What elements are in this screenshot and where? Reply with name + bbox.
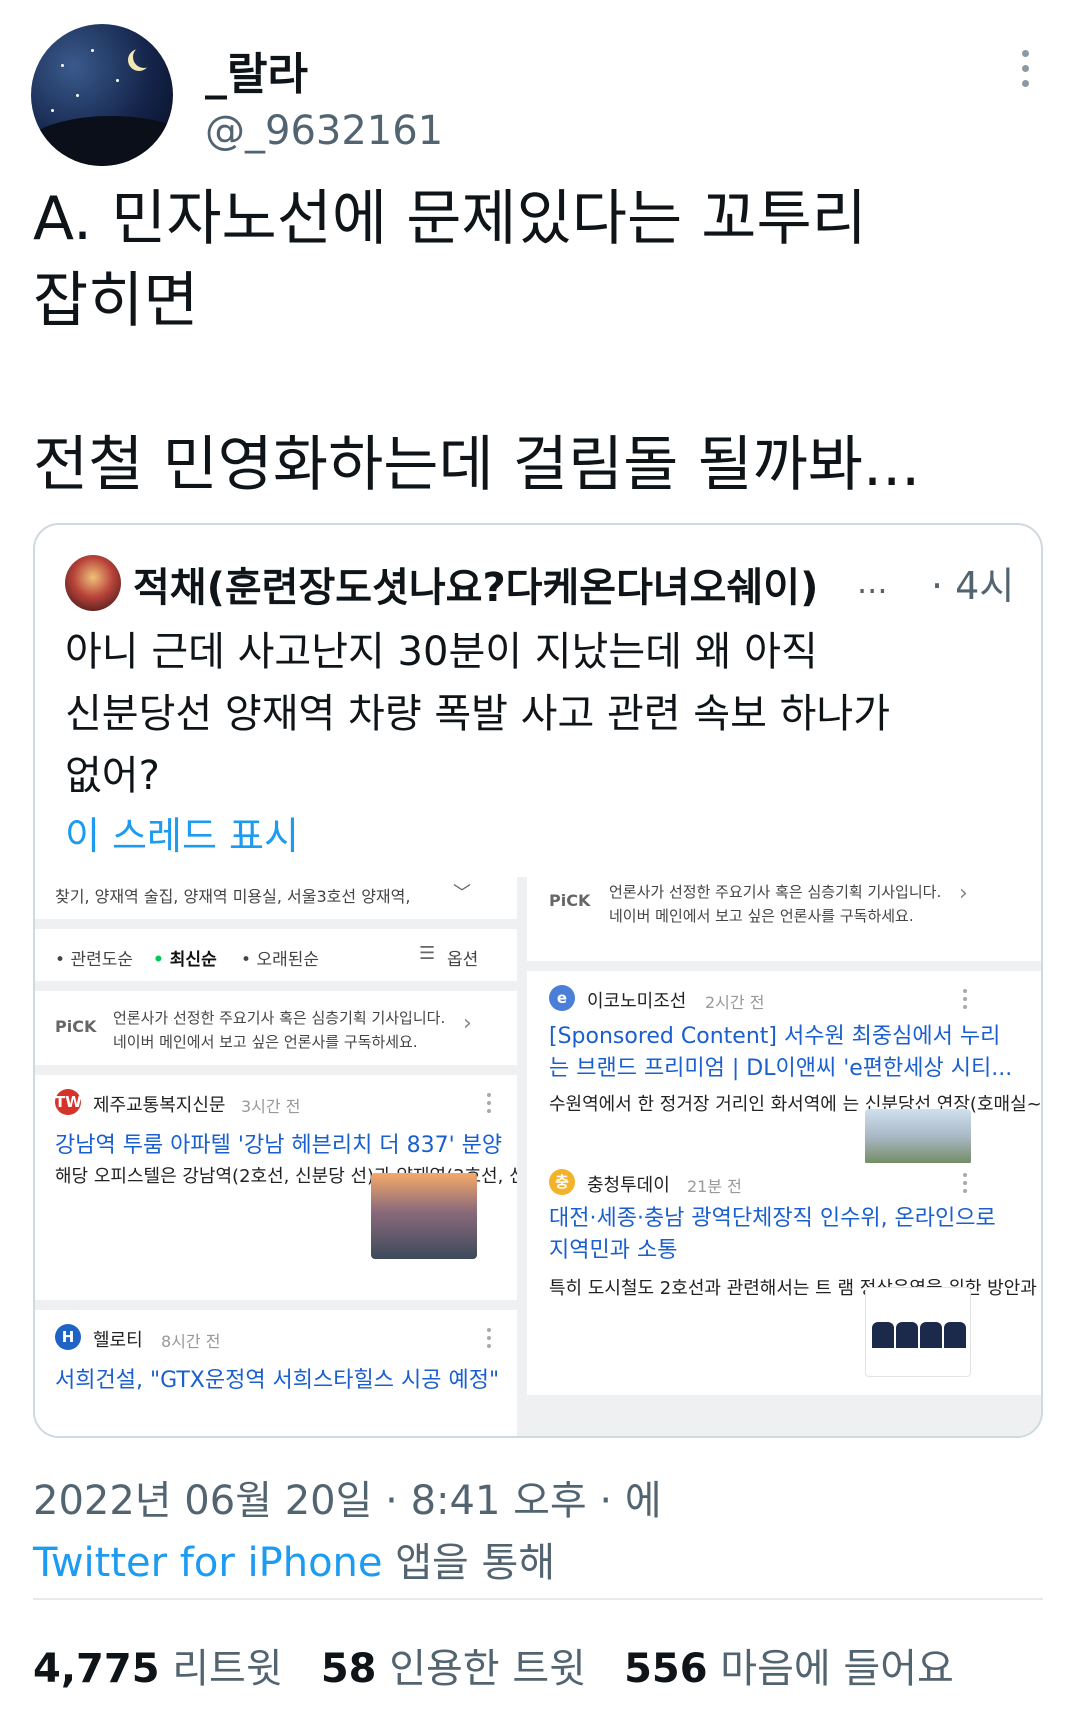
options-label: 옵션 bbox=[447, 950, 479, 970]
article-source: 이코노미조선 bbox=[587, 991, 687, 1012]
pick-line1: 언론사가 선정한 주요기사 혹은 심층기획 기사입니다. bbox=[113, 1009, 446, 1027]
quotes-count: 58 bbox=[320, 1646, 377, 1692]
news-article-3: 충 충청투데이 21분 전 대전·세종·충남 광역단체장직 인수위, 온라인으로… bbox=[527, 1163, 1041, 1395]
client-link[interactable]: Twitter for iPhone bbox=[33, 1540, 383, 1586]
retweets-stat[interactable]: 4,775 리트윗 bbox=[33, 1646, 283, 1692]
news-article-2: e 이코노미조선 2시간 전 [Sponsored Content] 서수원 최… bbox=[527, 971, 1042, 1163]
article-thumbnail bbox=[865, 1109, 971, 1163]
article-time: 21분 전 bbox=[687, 1177, 742, 1196]
article-headline: [Sponsored Content] 서수원 최중심에서 누리 는 브랜드 프… bbox=[549, 1024, 1013, 1081]
pick-line1: 언론사가 선정한 주요기사 혹은 심층기획 기사입니다. bbox=[609, 883, 942, 901]
likes-count: 556 bbox=[624, 1646, 708, 1692]
moon-icon bbox=[133, 46, 155, 68]
tweet-stats: 4,775 리트윗 58 인용한 트윗 556 마음에 들어요 bbox=[33, 1636, 954, 1694]
sort-bar: • 관련도순 • 최신순 • 오래된순 ☰ 옵션 bbox=[35, 929, 517, 981]
article-menu-icon bbox=[487, 1093, 492, 1117]
article-body: 특히 도시철도 2호선과 관련해서는 트 램 정상운영을 위한 방안과 더불어 … bbox=[549, 1278, 1041, 1299]
news-article-1: H 헬로티 8시간 전 서희건설, "GTX운정역 서희스타힐스 시공 예정" bbox=[35, 1310, 517, 1436]
sort-relevance: • 관련도순 bbox=[55, 950, 133, 970]
chevron-down-icon: ﹀ bbox=[453, 883, 471, 904]
quoted-time: · 4시 bbox=[931, 564, 1015, 608]
article-source: 충청투데이 bbox=[587, 1175, 670, 1196]
options-icon: ☰ bbox=[419, 943, 436, 964]
article-body: 해당 오피스텔은 강남역(2호선, 신분당 선)과 양재역(3호선, 신분당선)… bbox=[55, 1166, 517, 1187]
pick-line2: 네이버 메인에서 보고 싶은 언론사를 구독하세요. bbox=[609, 907, 914, 925]
divider bbox=[33, 1598, 1043, 1600]
quoted-author-avatar bbox=[65, 555, 121, 611]
pick-label: PiCK bbox=[55, 1017, 97, 1036]
article-time: 8시간 전 bbox=[161, 1332, 221, 1351]
article-source: 제주교통복지신문 bbox=[93, 1095, 226, 1116]
related-search-text: 찾기, 양재역 술집, 양재역 미용실, 서울3호선 양재역, bbox=[55, 887, 411, 906]
source-logo-icon: H bbox=[55, 1324, 81, 1350]
article-time: 3시간 전 bbox=[241, 1097, 301, 1116]
article-menu-icon bbox=[487, 1328, 492, 1352]
chevron-right-icon: › bbox=[959, 881, 968, 906]
quoted-text: 아니 근데 사고난지 30분이 지났는데 왜 아직 신분당선 양재역 차량 폭발… bbox=[65, 629, 891, 799]
article-body: 수원역에서 한 정거장 거리인 화서역에 는 신분당선 연장(호매실~광교)도 … bbox=[549, 1094, 1042, 1115]
pick-banner-left: PiCK 언론사가 선정한 주요기사 혹은 심층기획 기사입니다. 네이버 메인… bbox=[35, 991, 517, 1065]
quotes-label: 인용한 트윗 bbox=[389, 1646, 586, 1692]
client-suffix: 앱을 통해 bbox=[382, 1540, 556, 1586]
article-headline: 대전·세종·충남 광역단체장직 인수위, 온라인으로 지역민과 소통 bbox=[549, 1206, 996, 1263]
source-logo-icon: TW bbox=[55, 1089, 82, 1115]
retweets-label: 리트윗 bbox=[172, 1646, 283, 1692]
chevron-right-icon: › bbox=[463, 1011, 472, 1036]
more-options-icon[interactable] bbox=[1020, 50, 1030, 90]
article-menu-icon bbox=[963, 989, 968, 1013]
quoted-name-ellipsis: ... bbox=[857, 563, 888, 601]
tweet-text: A. 민자노선에 문제있다는 꼬투리 잡히면 전철 민영화하는데 걸림돌 될까봐… bbox=[33, 184, 921, 500]
likes-stat[interactable]: 556 마음에 들어요 bbox=[624, 1646, 954, 1692]
client-line: Twitter for iPhone 앱을 통해 bbox=[33, 1530, 555, 1588]
article-source: 헬로티 bbox=[93, 1330, 143, 1351]
article-headline: 강남역 투룸 아파텔 '강남 헤븐리치 더 837' 분양 bbox=[55, 1133, 503, 1158]
source-logo-icon: 충 bbox=[549, 1169, 575, 1195]
article-headline: 서희건설, "GTX운정역 서희스타힐스 시공 예정" bbox=[55, 1368, 500, 1393]
pick-label: PiCK bbox=[549, 891, 591, 910]
attached-screenshots[interactable]: 찾기, 양재역 술집, 양재역 미용실, 서울3호선 양재역, ﹀ • 관련도순… bbox=[35, 877, 1042, 1436]
author-display-name[interactable]: _랄라 bbox=[205, 38, 308, 102]
sort-latest: • 최신순 bbox=[153, 950, 217, 970]
sort-oldest: • 오래된순 bbox=[241, 950, 319, 970]
author-avatar[interactable] bbox=[31, 24, 173, 166]
quoted-tweet[interactable]: 적채(훈련장도셧나요?다케온다녀오쉐이) ... · 4시 아니 근데 사고난지… bbox=[33, 523, 1043, 1438]
tweet-timestamp[interactable]: 2022년 06월 20일 · 8:41 오후 · 에 bbox=[33, 1468, 662, 1526]
show-thread-link[interactable]: 이 스레드 표시 bbox=[65, 805, 299, 860]
article-menu-icon bbox=[963, 1173, 968, 1197]
quoted-author-name: 적채(훈련장도셧나요?다케온다녀오쉐이) bbox=[133, 565, 819, 611]
retweets-count: 4,775 bbox=[33, 1646, 160, 1692]
news-article-0: TW 제주교통복지신문 3시간 전 강남역 투룸 아파텔 '강남 헤븐리치 더 … bbox=[35, 1075, 517, 1300]
pick-banner-right: PiCK 언론사가 선정한 주요기사 혹은 심층기획 기사입니다. 네이버 메인… bbox=[527, 877, 1041, 961]
pick-line2: 네이버 메인에서 보고 싶은 언론사를 구독하세요. bbox=[113, 1033, 418, 1051]
article-thumbnail bbox=[865, 1287, 971, 1377]
quotes-stat[interactable]: 58 인용한 트윗 bbox=[321, 1646, 586, 1692]
related-search-bar: 찾기, 양재역 술집, 양재역 미용실, 서울3호선 양재역, ﹀ bbox=[35, 877, 517, 919]
article-thumbnail bbox=[371, 1173, 477, 1259]
article-time: 2시간 전 bbox=[705, 993, 765, 1012]
likes-label: 마음에 들어요 bbox=[720, 1646, 954, 1692]
author-handle[interactable]: @_9632161 bbox=[205, 108, 443, 154]
source-logo-icon: e bbox=[549, 985, 575, 1011]
